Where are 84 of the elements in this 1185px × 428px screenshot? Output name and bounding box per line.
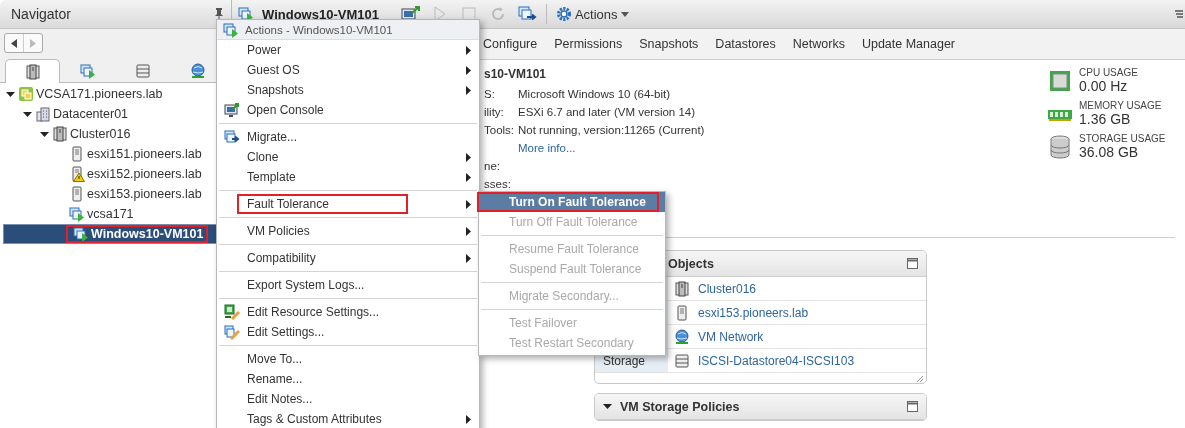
- usage-value: 0.00 Hz: [1079, 78, 1129, 94]
- property-value: Microsoft Windows 10 (64-bit): [518, 87, 672, 102]
- more-info-link[interactable]: More info...: [518, 141, 1047, 156]
- panel-title: Navigator: [11, 6, 71, 22]
- tab[interactable]: Networks: [792, 37, 845, 51]
- server-group-icon: [24, 63, 41, 80]
- navigator-tab[interactable]: [5, 59, 60, 83]
- property-value: Not running, version:11265 (Current): [518, 123, 706, 138]
- maximize-icon[interactable]: [907, 401, 918, 412]
- pin-icon[interactable]: [215, 8, 223, 20]
- caret-icon: [620, 11, 629, 17]
- object-link[interactable]: ISCSI-Datastore04-ISCSI103: [698, 353, 855, 368]
- menu-item[interactable]: Power: [217, 40, 479, 60]
- database-icon: [134, 63, 151, 79]
- property-value: ESXi 6.7 and later (VM version 14): [518, 105, 697, 120]
- submenu-arrow-icon: [466, 226, 471, 236]
- maximize-icon[interactable]: [907, 258, 918, 269]
- menu-item[interactable]: Move To...: [217, 349, 479, 369]
- object-title: Windows10-VM101: [262, 6, 379, 22]
- submenu-arrow-icon: [466, 414, 471, 424]
- object-link[interactable]: Cluster016: [698, 281, 757, 296]
- property-label: S:: [484, 87, 496, 102]
- chip-icon: [1049, 69, 1071, 92]
- usage-label: MEMORY USAGE: [1079, 100, 1162, 111]
- object-link[interactable]: VM Network: [698, 329, 764, 344]
- virtual-machine-icon: [79, 63, 96, 79]
- usage-value: 36.08 GB: [1079, 144, 1140, 160]
- resize-grip-icon[interactable]: [916, 375, 924, 383]
- server-icon: [674, 304, 690, 321]
- menu-title: Actions - Windows10-VM101: [245, 23, 393, 36]
- globe-icon: [674, 328, 690, 345]
- settings-icon: [555, 6, 572, 22]
- tab[interactable]: Datastores: [715, 37, 776, 51]
- database-icon: [674, 352, 690, 369]
- migrate-icon: [224, 129, 240, 145]
- object-link[interactable]: esxi153.pioneers.lab: [698, 305, 809, 320]
- building-icon: [35, 106, 51, 122]
- menu-item[interactable]: Rename...: [217, 369, 479, 389]
- virtual-machine-icon: [73, 226, 89, 242]
- chip-pencil-icon: [224, 304, 240, 320]
- back-arrow-icon: [11, 38, 17, 48]
- property-label: ility:: [484, 105, 505, 120]
- actions-button[interactable]: Actions: [555, 6, 629, 22]
- tab[interactable]: Snapshots: [639, 37, 699, 51]
- menu-item[interactable]: Edit Settings...: [217, 322, 479, 342]
- panel-title: Objects: [668, 256, 715, 271]
- grid-logo-icon: [18, 86, 34, 102]
- menu-item[interactable]: Export System Logs...: [217, 275, 479, 295]
- migrate-icon[interactable]: [516, 5, 537, 23]
- menu-item[interactable]: Tags & Custom Attributes: [217, 409, 479, 428]
- expand-arrow-icon: [22, 111, 32, 117]
- vm-name: s10-VM101: [484, 67, 548, 81]
- property-label: sses:: [484, 177, 512, 192]
- menu-item[interactable]: Compatibility: [217, 248, 479, 268]
- server-group-icon: [674, 280, 690, 297]
- server-icon: [69, 146, 85, 162]
- tab[interactable]: Permissions: [554, 37, 623, 51]
- tab[interactable]: Update Manager: [861, 37, 956, 51]
- submenu-arrow-icon: [466, 253, 471, 263]
- list-menu-icon[interactable]: [1175, 9, 1183, 19]
- menu-item[interactable]: Guest OS: [217, 60, 479, 80]
- tab[interactable]: Configure: [483, 37, 538, 51]
- usage-value: 1.36 GB: [1079, 111, 1132, 127]
- virtual-machine-icon: [69, 206, 85, 222]
- menu-item[interactable]: Turn On Fault Tolerance: [479, 192, 665, 212]
- usage-label: CPU USAGE: [1079, 67, 1138, 78]
- panel-title: VM Storage Policies: [620, 399, 741, 414]
- property-label: ne:: [484, 159, 501, 174]
- database-icon: [1049, 134, 1071, 159]
- forward-arrow-icon: [30, 38, 36, 48]
- pencil-edit-icon: [224, 324, 240, 340]
- expand-arrow-icon: [5, 91, 15, 97]
- menu-item[interactable]: Edit Resource Settings...: [217, 302, 479, 322]
- expand-arrow-icon: [39, 131, 49, 137]
- server-group-icon: [52, 126, 68, 142]
- server-icon: [69, 186, 85, 202]
- globe-icon: [189, 63, 206, 79]
- server-warning-icon: [69, 166, 85, 182]
- usage-label: STORAGE USAGE: [1079, 133, 1166, 144]
- collapse-arrow-icon: [603, 404, 612, 409]
- menu-item[interactable]: Edit Notes...: [217, 389, 479, 409]
- property-label: Tools:: [484, 123, 516, 138]
- submenu-arrow-icon: [466, 199, 471, 209]
- monitor-icon: [224, 102, 240, 118]
